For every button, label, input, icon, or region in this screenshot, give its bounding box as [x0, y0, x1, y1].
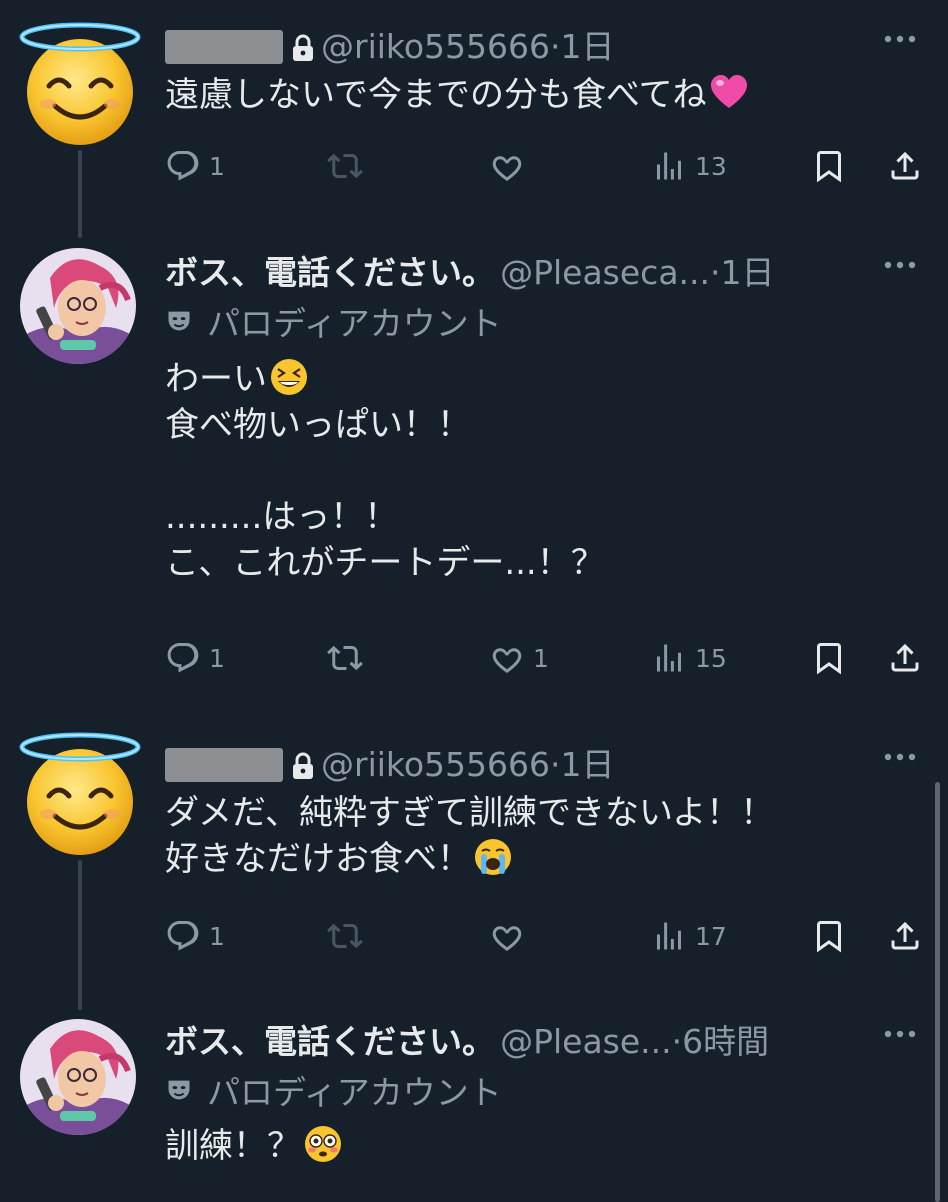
action-bar: 1 13 — [165, 146, 925, 186]
retweet-button[interactable] — [327, 146, 363, 186]
crying-emoji — [473, 837, 513, 877]
like-button[interactable] — [489, 146, 525, 186]
retweet-icon — [327, 918, 363, 954]
more-icon[interactable] — [880, 742, 920, 772]
like-icon — [489, 640, 525, 676]
share-icon — [887, 918, 923, 954]
mask-icon — [165, 1076, 193, 1104]
parody-badge: パロディアカウント — [165, 1067, 928, 1113]
tweet[interactable]: ボス、電話ください。 @Pleaseca...·1日 パロディアカウント わーい… — [0, 230, 948, 710]
reply-button[interactable]: 1 — [165, 916, 225, 956]
display-name[interactable]: ボス、電話ください。 — [165, 253, 495, 292]
like-icon — [489, 148, 525, 184]
views-icon — [651, 918, 687, 954]
display-name[interactable]: ボス、電話ください。 — [165, 1022, 495, 1061]
views-icon — [651, 640, 687, 676]
handle[interactable]: @riiko555666 — [321, 745, 550, 784]
redacted-name — [165, 748, 283, 782]
views-button[interactable]: 17 — [651, 916, 727, 956]
bookmark-button[interactable] — [811, 916, 847, 956]
tweet-text: ダメだ、純粋すぎて訓練できないよ！！ 好きなだけお食べ！ — [165, 793, 775, 879]
bookmark-icon — [811, 918, 847, 954]
reply-icon — [165, 640, 201, 676]
like-count: 1 — [533, 643, 549, 673]
more-icon[interactable] — [880, 1019, 920, 1049]
share-button[interactable] — [887, 916, 923, 956]
handle[interactable]: @riiko555666 — [321, 27, 550, 66]
tweet-header: @riiko555666·1日 — [165, 738, 928, 790]
mask-icon — [165, 307, 193, 335]
reply-count: 1 — [209, 643, 225, 673]
avatar[interactable] — [20, 1019, 136, 1135]
bookmark-button[interactable] — [811, 638, 847, 678]
reply-icon — [165, 918, 201, 954]
reply-button[interactable]: 1 — [165, 146, 225, 186]
tweet-text: 遠慮しないで今までの分も食べてね — [165, 72, 928, 118]
action-bar: 1 17 — [165, 916, 925, 956]
views-icon — [651, 148, 687, 184]
tweet[interactable]: ボス、電話ください。 @Please...·6時間 パロディアカウント 訓練！？ — [0, 1005, 948, 1200]
reply-icon — [165, 148, 201, 184]
redacted-name — [165, 30, 283, 64]
views-button[interactable]: 13 — [651, 146, 727, 186]
bookmark-icon — [811, 640, 847, 676]
separator: · — [550, 745, 561, 784]
handle[interactable]: @Please... — [500, 1022, 672, 1061]
heart-emoji — [709, 73, 749, 113]
separator: · — [710, 253, 721, 292]
bookmark-icon — [811, 148, 847, 184]
share-icon — [887, 640, 923, 676]
grinning-squinting-emoji — [269, 357, 309, 397]
share-button[interactable] — [887, 146, 923, 186]
parody-badge: パロディアカウント — [165, 298, 928, 344]
like-button[interactable]: 1 — [489, 638, 549, 678]
tweet-header: @riiko555666·1日 — [165, 20, 928, 72]
timestamp[interactable]: 1日 — [561, 745, 615, 784]
tweet[interactable]: @riiko555666·1日 遠慮しないで今までの分も食べてね 1 13 — [0, 0, 948, 215]
halo-smiling-face-icon[interactable] — [15, 18, 145, 148]
bookmark-button[interactable] — [811, 146, 847, 186]
timestamp[interactable]: 1日 — [721, 253, 775, 292]
tweet-text: わーい 食べ物いっぱい！！ .........はっ！！ こ、これがチートデー..… — [165, 357, 605, 583]
action-bar: 1 1 15 — [165, 638, 925, 678]
reply-count: 1 — [209, 921, 225, 951]
tweet-header: ボス、電話ください。 @Pleaseca...·1日 — [165, 246, 928, 298]
views-count: 13 — [695, 151, 727, 181]
more-icon[interactable] — [880, 24, 920, 54]
like-button[interactable] — [489, 916, 525, 956]
avatar[interactable] — [20, 248, 136, 364]
more-icon[interactable] — [880, 250, 920, 280]
like-icon — [489, 918, 525, 954]
tweet[interactable]: @riiko555666·1日 ダメだ、純粋すぎて訓練できないよ！！ 好きなだけ… — [0, 720, 948, 1000]
retweet-button[interactable] — [327, 638, 363, 678]
tweet-header: ボス、電話ください。 @Please...·6時間 — [165, 1015, 928, 1067]
lock-icon — [291, 752, 315, 780]
flushed-emoji — [303, 1124, 343, 1164]
separator: · — [550, 27, 561, 66]
separator: · — [671, 1022, 683, 1061]
retweet-icon — [327, 640, 363, 676]
halo-smiling-face-icon[interactable] — [15, 728, 145, 858]
views-count: 17 — [695, 921, 727, 951]
share-button[interactable] — [887, 638, 923, 678]
reply-count: 1 — [209, 151, 225, 181]
tweet-text: 訓練！？ — [165, 1123, 928, 1169]
lock-icon — [291, 34, 315, 62]
timestamp[interactable]: 1日 — [561, 27, 615, 66]
views-button[interactable]: 15 — [651, 638, 727, 678]
views-count: 15 — [695, 643, 727, 673]
reply-button[interactable]: 1 — [165, 638, 225, 678]
share-icon — [887, 148, 923, 184]
retweet-icon — [327, 148, 363, 184]
timestamp[interactable]: 6時間 — [682, 1022, 769, 1061]
handle[interactable]: @Pleaseca... — [500, 253, 710, 292]
retweet-button[interactable] — [327, 916, 363, 956]
